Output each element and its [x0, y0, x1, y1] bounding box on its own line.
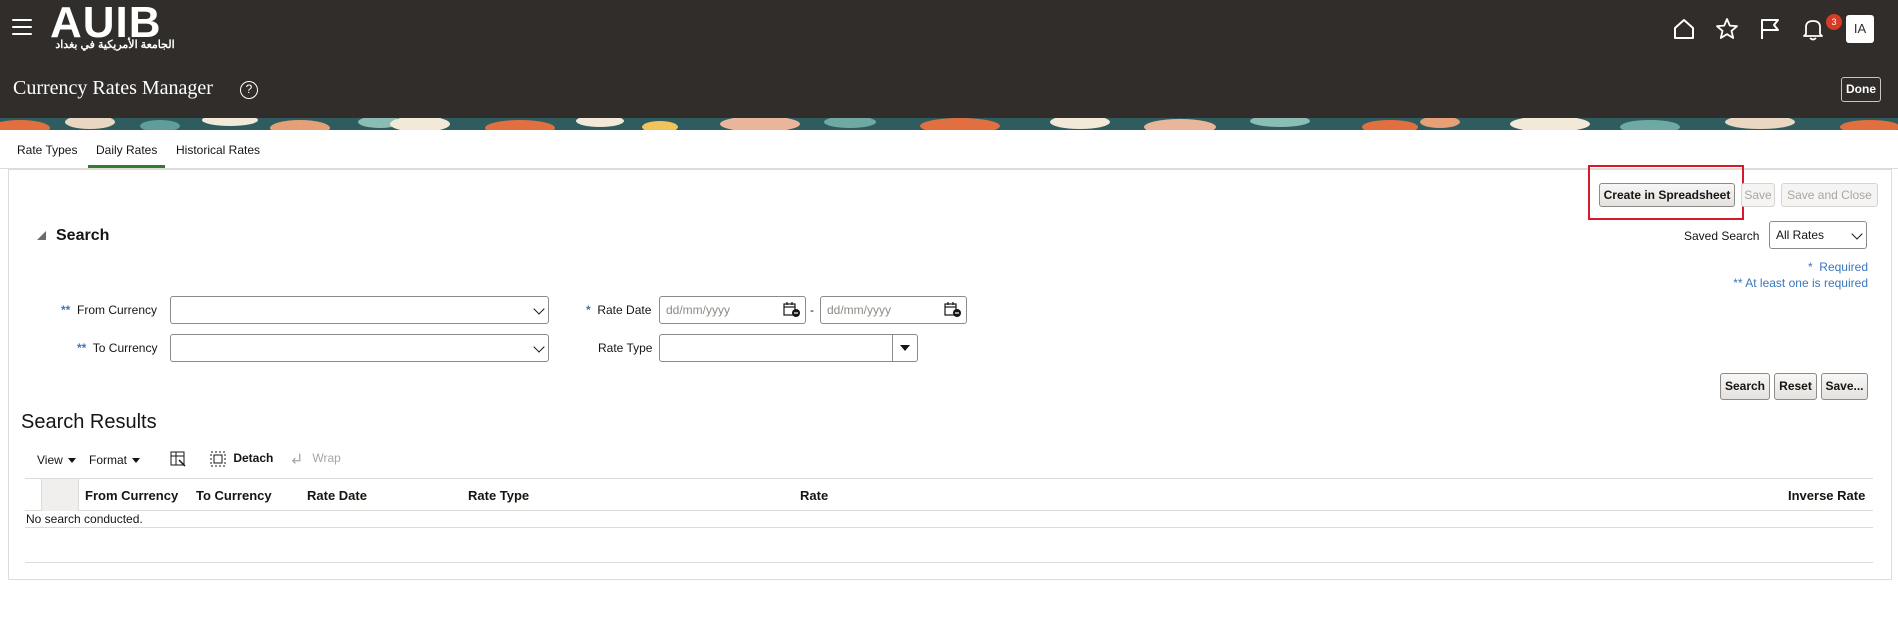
- from-currency-label: ** From Currency: [61, 303, 157, 317]
- daily-rates-panel: [8, 169, 1892, 580]
- caret-down-icon: [67, 458, 76, 464]
- chevron-down-icon: [533, 303, 545, 315]
- rate-type-label: Rate Type: [598, 341, 653, 355]
- global-header: AUIB الجامعة الأمريكية في بغداد 3 IA Cur…: [0, 0, 1898, 118]
- rate-date-from-input[interactable]: dd/mm/yyyy: [659, 296, 806, 324]
- at-least-one-hint: ** At least one is required: [1733, 276, 1868, 290]
- user-avatar[interactable]: IA: [1846, 15, 1874, 43]
- chevron-down-icon: [1851, 228, 1863, 240]
- col-rate-type[interactable]: Rate Type: [468, 488, 529, 503]
- col-rate-date[interactable]: Rate Date: [307, 488, 367, 503]
- reset-button[interactable]: Reset: [1774, 373, 1817, 400]
- rate-type-combobox[interactable]: [659, 334, 918, 362]
- view-menu[interactable]: View: [37, 453, 76, 467]
- tab-historical-rates[interactable]: Historical Rates: [176, 143, 260, 157]
- chevron-down-icon: [533, 341, 545, 353]
- done-button[interactable]: Done: [1841, 77, 1881, 102]
- caret-down-icon: [132, 458, 141, 464]
- col-rate[interactable]: Rate: [800, 488, 828, 503]
- notification-count-badge: 3: [1826, 14, 1842, 30]
- table-footer-divider: [25, 562, 1873, 563]
- logo-subtext: الجامعة الأمريكية في بغداد: [55, 39, 175, 51]
- to-currency-label: ** To Currency: [77, 341, 157, 355]
- required-hint: * Required: [1808, 260, 1868, 274]
- col-inverse-rate[interactable]: Inverse Rate: [1788, 488, 1865, 503]
- rate-date-label-text: Rate Date: [597, 303, 652, 317]
- to-currency-select[interactable]: [170, 334, 549, 362]
- page-title: Currency Rates Manager: [13, 77, 213, 99]
- auib-logo[interactable]: AUIB الجامعة الأمريكية في بغداد: [50, 0, 180, 56]
- rate-date-label: * Rate Date: [586, 303, 651, 317]
- rate-date-from-placeholder: dd/mm/yyyy: [666, 303, 731, 317]
- favorites-star-icon[interactable]: [1714, 16, 1740, 42]
- search-button[interactable]: Search: [1720, 373, 1770, 400]
- wrap-icon: [291, 453, 301, 464]
- saved-search-label: Saved Search: [1684, 229, 1760, 243]
- save-search-button[interactable]: Save...: [1821, 373, 1868, 400]
- tab-daily-rates[interactable]: Daily Rates: [88, 143, 166, 168]
- col-to-currency[interactable]: To Currency: [196, 488, 272, 503]
- at-least-one-text: At least one is required: [1745, 276, 1868, 290]
- decorative-banner: [0, 118, 1898, 130]
- calendar-icon[interactable]: [944, 302, 962, 318]
- rate-date-to-placeholder: dd/mm/yyyy: [827, 303, 892, 317]
- from-currency-marker: **: [61, 303, 71, 317]
- format-menu-label: Format: [89, 453, 128, 467]
- to-currency-label-text: To Currency: [92, 341, 158, 355]
- format-menu[interactable]: Format: [89, 453, 141, 467]
- date-range-separator: -: [810, 303, 814, 317]
- search-results-title: Search Results: [21, 411, 157, 433]
- table-row-divider: [25, 527, 1873, 528]
- search-section-title: Search: [56, 227, 110, 244]
- tab-rate-types[interactable]: Rate Types: [17, 143, 77, 157]
- at-least-one-marker: **: [1733, 276, 1743, 290]
- detach-button[interactable]: Detach: [210, 451, 273, 467]
- view-menu-label: View: [37, 453, 63, 467]
- dropdown-arrow-icon[interactable]: [892, 335, 917, 361]
- help-icon[interactable]: ?: [240, 81, 258, 99]
- saved-search-select[interactable]: All Rates: [1769, 221, 1867, 249]
- wrap-button[interactable]: Wrap: [291, 451, 341, 466]
- required-text: Required: [1819, 260, 1868, 274]
- detach-icon: [210, 451, 226, 467]
- saved-search-value: All Rates: [1776, 228, 1825, 242]
- col-from-currency[interactable]: From Currency: [85, 488, 178, 503]
- empty-results-message: No search conducted.: [26, 512, 143, 526]
- navigator-menu-icon[interactable]: [12, 19, 32, 37]
- rate-date-to-input[interactable]: dd/mm/yyyy: [820, 296, 967, 324]
- results-table-header: From Currency To Currency Rate Date Rate…: [25, 478, 1873, 511]
- freeze-columns-icon[interactable]: [169, 450, 187, 468]
- calendar-icon[interactable]: [783, 302, 801, 318]
- from-currency-select[interactable]: [170, 296, 549, 324]
- save-and-close-button[interactable]: Save and Close: [1781, 183, 1878, 207]
- from-currency-label-text: From Currency: [77, 303, 158, 317]
- to-currency-marker: **: [77, 341, 87, 355]
- notifications-bell-icon[interactable]: 3: [1800, 14, 1842, 42]
- row-selector-header: [41, 479, 79, 511]
- detach-label: Detach: [233, 451, 274, 466]
- home-icon[interactable]: [1671, 16, 1697, 42]
- required-marker: *: [1807, 260, 1813, 274]
- rate-date-marker: *: [586, 303, 591, 317]
- collapse-search-icon[interactable]: [37, 231, 46, 240]
- watchlist-flag-icon[interactable]: [1757, 16, 1783, 42]
- save-button[interactable]: Save: [1741, 183, 1775, 207]
- wrap-label: Wrap: [312, 451, 341, 465]
- highlight-box: [1588, 165, 1744, 220]
